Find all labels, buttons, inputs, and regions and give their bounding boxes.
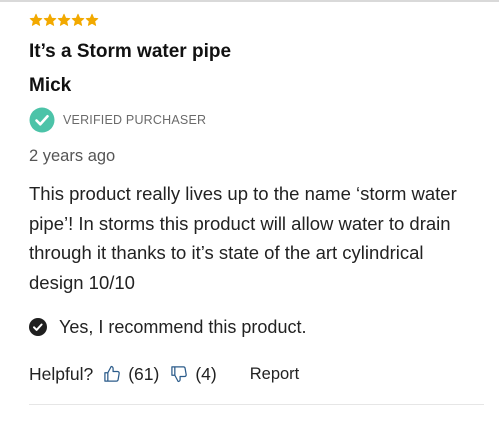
- helpful-no-button[interactable]: (4): [169, 363, 217, 385]
- report-link[interactable]: Report: [250, 365, 300, 384]
- review-title: It’s a Storm water pipe: [29, 41, 232, 62]
- verified-purchaser-badge: VERIFIED PURCHASER: [29, 107, 484, 133]
- review-date: 2 years ago: [29, 147, 116, 165]
- review-body: This product really lives up to the name…: [29, 183, 457, 293]
- thumbs-down-icon[interactable]: [169, 364, 189, 384]
- star-rating: [29, 10, 484, 30]
- verified-purchaser-label: VERIFIED PURCHASER: [63, 113, 207, 127]
- star-icon: [57, 13, 71, 26]
- recommendation-text: Yes, I recommend this product.: [59, 316, 307, 337]
- helpful-label: Helpful?: [29, 363, 94, 384]
- helpful-yes-count: (61): [128, 363, 160, 384]
- star-icon: [85, 13, 99, 26]
- checkmark-circle-icon: [29, 318, 47, 336]
- top-divider: [0, 0, 499, 2]
- helpful-no-count: (4): [195, 363, 217, 384]
- checkmark-circle-icon: [29, 107, 55, 133]
- recommendation: Yes, I recommend this product.: [29, 315, 484, 339]
- thumbs-up-icon[interactable]: [102, 364, 122, 384]
- star-icon: [43, 13, 57, 26]
- star-icon: [29, 13, 43, 26]
- helpful-votes: Helpful? (61) (4) Report: [29, 361, 484, 387]
- bottom-divider: [29, 404, 484, 405]
- helpful-yes-button[interactable]: (61): [102, 364, 159, 385]
- review-card: It’s a Storm water pipe Mick VERIFIED PU…: [29, 10, 484, 387]
- star-icon: [71, 13, 85, 26]
- review-author: Mick: [29, 75, 72, 96]
